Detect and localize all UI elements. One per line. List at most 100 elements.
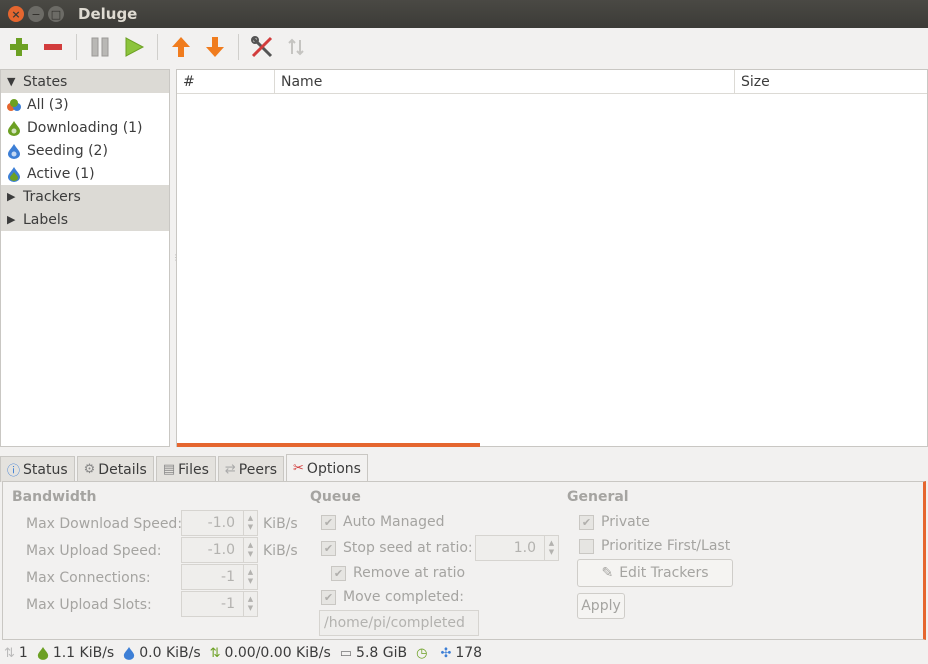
spinner-arrows[interactable]: ▲ ▼ [243,538,257,562]
traffic-arrows-icon: ⇅ [209,645,221,661]
tab-label: Status [23,461,68,478]
max-connections-spinner[interactable]: -1 ▲ ▼ [181,564,258,590]
checkbox-checked-icon: ✔ [321,589,336,605]
auto-managed-checkbox[interactable]: ✔ Auto Managed [321,514,444,530]
connection-manager-button[interactable] [279,30,313,64]
torrent-list[interactable]: # Name Size [176,69,928,447]
max-upload-slots-spinner[interactable]: -1 ▲ ▼ [181,591,258,617]
spinner-value: -1.0 [207,515,235,531]
stop-seed-ratio-spinner[interactable]: 1.0 ▲ ▼ [475,535,559,561]
checkbox-checked-icon: ✔ [321,514,336,530]
private-checkbox[interactable]: ✔ Private [579,514,650,530]
checkbox-label: Private [601,514,650,530]
all-states-icon [7,98,21,111]
max-download-unit: KiB/s [263,516,298,532]
tab-status[interactable]: ⓘ Status [0,456,75,482]
connections-status[interactable]: ⇅ 1 [4,645,28,661]
queue-down-button[interactable] [198,30,232,64]
toolbar-separator [157,34,158,60]
arrow-up-icon [172,37,190,57]
collapsed-triangle-icon: ▶ [7,190,16,203]
collapsed-triangle-icon: ▶ [7,213,16,226]
bandwidth-section-title: Bandwidth [12,489,97,505]
play-icon [125,37,145,57]
sidebar-group-trackers[interactable]: ▶ Trackers [1,185,169,208]
column-header-name[interactable]: Name [275,70,735,93]
remove-torrent-button[interactable] [36,30,70,64]
checkbox-label: Move completed: [343,589,464,605]
dht-status[interactable]: ✣ 178 [440,645,482,661]
sidebar-group-labels[interactable]: ▶ Labels [1,208,169,231]
max-download-spinner[interactable]: -1.0 ▲ ▼ [181,510,258,536]
upload-speed-status[interactable]: 0.0 KiB/s [123,645,201,661]
torrent-list-header: # Name Size [177,70,927,94]
column-header-size[interactable]: Size [735,70,927,93]
sidebar-item-label: Downloading (1) [27,119,143,136]
minimize-window-button[interactable]: − [28,6,44,22]
preferences-button[interactable] [245,30,279,64]
sidebar-group-states[interactable]: ▼ States [1,70,169,93]
spinner-arrows[interactable]: ▲ ▼ [243,511,257,535]
tab-files[interactable]: ▤ Files [155,456,216,482]
spinner-arrows[interactable]: ▲ ▼ [243,592,257,616]
sidebar-item-seeding[interactable]: Seeding (2) [1,139,169,162]
apply-button[interactable]: Apply [577,593,625,619]
spinner-value: -1 [221,569,235,585]
window-titlebar: × − □ Deluge [0,0,928,28]
checkbox-checked-icon: ✔ [331,565,346,581]
max-upload-spinner[interactable]: -1.0 ▲ ▼ [181,537,258,563]
sidebar-item-all[interactable]: All (3) [1,93,169,116]
protocol-traffic-value: 0.00/0.00 KiB/s [224,645,331,661]
connections-icon: ⇅ [4,645,15,661]
tab-options[interactable]: ✂ Options [286,454,368,482]
spinner-value: 1.0 [513,540,536,556]
checkbox-checked-icon: ✔ [321,540,336,556]
prioritize-first-last-checkbox[interactable]: Prioritize First/Last [579,538,730,554]
sidebar-item-label: All (3) [27,96,69,113]
add-torrent-button[interactable] [2,30,36,64]
download-speed-icon [37,647,48,660]
remove-at-ratio-checkbox[interactable]: ✔ Remove at ratio [331,565,465,581]
window-title: Deluge [78,5,138,23]
maximize-window-button[interactable]: □ [48,6,64,22]
pause-icon [91,37,109,57]
connection-arrows-icon [288,38,304,56]
checkbox-unchecked-icon [579,538,594,554]
stop-seed-checkbox[interactable]: ✔ Stop seed at ratio: [321,540,473,556]
expanded-triangle-icon: ▼ [7,75,16,88]
details-tabs: ⓘ Status ⚙ Details ▤ Files ⇄ Peers ✂ Opt… [0,454,370,482]
tab-peers[interactable]: ⇄ Peers [217,456,285,482]
sidebar-group-label: Labels [23,211,69,228]
clock-status[interactable]: ◷ [416,646,431,661]
move-completed-checkbox[interactable]: ✔ Move completed: [321,589,464,605]
info-icon: ⓘ [7,464,21,479]
max-upload-slots-label: Max Upload Slots: [26,597,152,613]
files-icon: ▤ [162,462,176,477]
tab-label: Details [98,461,147,478]
close-window-button[interactable]: × [8,6,24,22]
spinner-arrows[interactable]: ▲ ▼ [243,565,257,589]
move-completed-path-field[interactable]: /home/pi/completed [319,610,479,636]
pause-torrent-button[interactable] [83,30,117,64]
checkbox-label: Auto Managed [343,514,445,530]
button-label: Edit Trackers [619,565,709,581]
protocol-traffic-status[interactable]: ⇅ 0.00/0.00 KiB/s [210,645,331,661]
sidebar-item-active[interactable]: Active (1) [1,162,169,185]
spinner-arrows[interactable]: ▲ ▼ [544,536,558,560]
gear-icon: ⚙ [83,462,96,477]
filter-sidebar: ▼ States All (3) Downloading (1) Seeding… [0,69,170,447]
download-speed-status[interactable]: 1.1 KiB/s [37,645,114,661]
resume-torrent-button[interactable] [117,30,151,64]
max-upload-unit: KiB/s [263,543,298,559]
queue-up-button[interactable] [164,30,198,64]
checkbox-label: Remove at ratio [353,565,466,581]
connections-count: 1 [18,645,28,661]
queue-section-title: Queue [310,489,361,505]
checkbox-checked-icon: ✔ [579,514,594,530]
tab-details[interactable]: ⚙ Details [76,456,154,482]
sidebar-item-downloading[interactable]: Downloading (1) [1,116,169,139]
free-space-status[interactable]: ▭ 5.8 GiB [340,645,407,661]
torrent-list-scroll-indicator [177,443,480,447]
edit-trackers-button[interactable]: ✎ Edit Trackers [577,559,733,587]
column-header-number[interactable]: # [177,70,275,93]
